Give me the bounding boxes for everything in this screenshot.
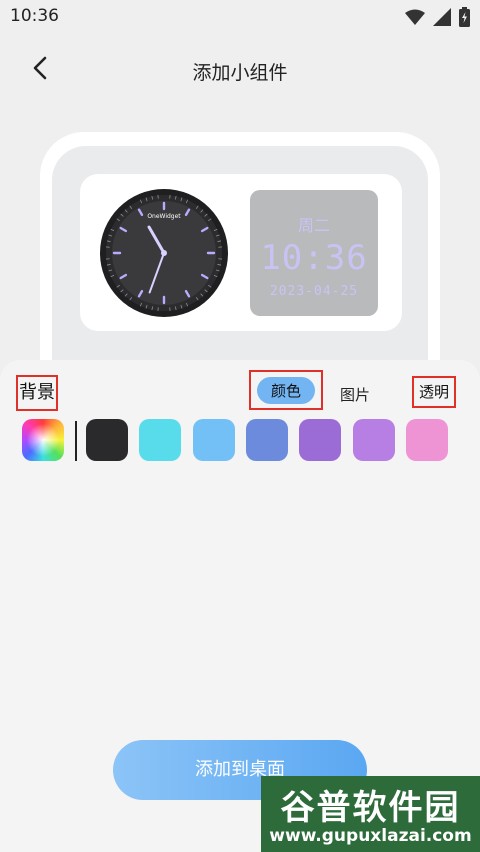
- swatch-pink[interactable]: [406, 419, 448, 461]
- site-watermark: 谷普软件园 www.gupuxlazai.com: [261, 776, 480, 852]
- status-time: 10:36: [10, 6, 59, 26]
- tab-color[interactable]: 颜色: [256, 376, 315, 404]
- status-icons: [405, 7, 470, 27]
- signal-icon: [433, 8, 451, 26]
- digital-clock-date: 2023-04-25: [269, 284, 359, 299]
- swatch-black[interactable]: [86, 419, 128, 461]
- digital-clock-time: 10:36: [260, 238, 368, 278]
- widget-card: OneWidget 周二 10:36 2023-04-25: [80, 174, 402, 331]
- watermark-url: www.gupuxlazai.com: [269, 826, 472, 846]
- status-bar: 10:36: [0, 0, 480, 34]
- tab-transparent[interactable]: 透明: [412, 376, 456, 408]
- page-title: 添加小组件: [192, 62, 288, 84]
- color-picker-swatch[interactable]: [22, 419, 64, 461]
- swatch-sky-blue[interactable]: [193, 419, 235, 461]
- color-swatch-row: [0, 417, 480, 465]
- background-section-label: 背景: [16, 375, 58, 411]
- tab-color-highlight: 颜色: [249, 370, 323, 410]
- digital-clock-day: 周二: [297, 216, 330, 235]
- watermark-name: 谷普软件园: [280, 788, 461, 828]
- swatch-lilac[interactable]: [353, 419, 395, 461]
- header: 添加小组件: [0, 44, 480, 96]
- wifi-icon: [405, 9, 425, 25]
- battery-icon: [459, 7, 470, 27]
- clock-brand: OneWidget: [147, 213, 181, 220]
- analog-clock: OneWidget: [99, 188, 229, 318]
- swatch-divider: [75, 421, 77, 461]
- swatch-purple[interactable]: [299, 419, 341, 461]
- analog-clock-face: OneWidget: [100, 189, 228, 317]
- digital-clock: 周二 10:36 2023-04-25: [250, 190, 378, 316]
- swatch-blue[interactable]: [246, 419, 288, 461]
- swatch-cyan[interactable]: [139, 419, 181, 461]
- tab-image[interactable]: 图片: [340, 384, 370, 405]
